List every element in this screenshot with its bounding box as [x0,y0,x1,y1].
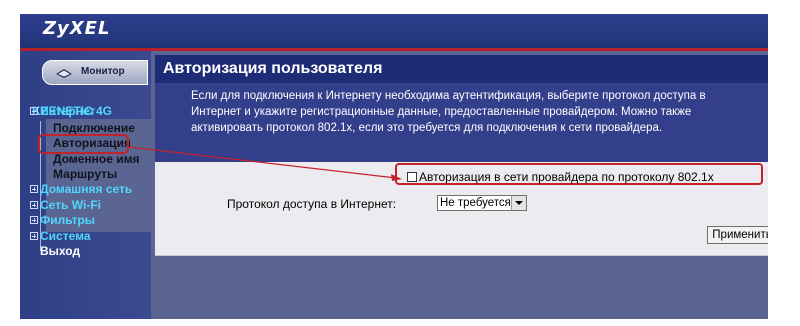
arrow-head-icon [391,174,402,181]
arrow-line [128,146,397,179]
annotation-arrow [128,146,402,181]
